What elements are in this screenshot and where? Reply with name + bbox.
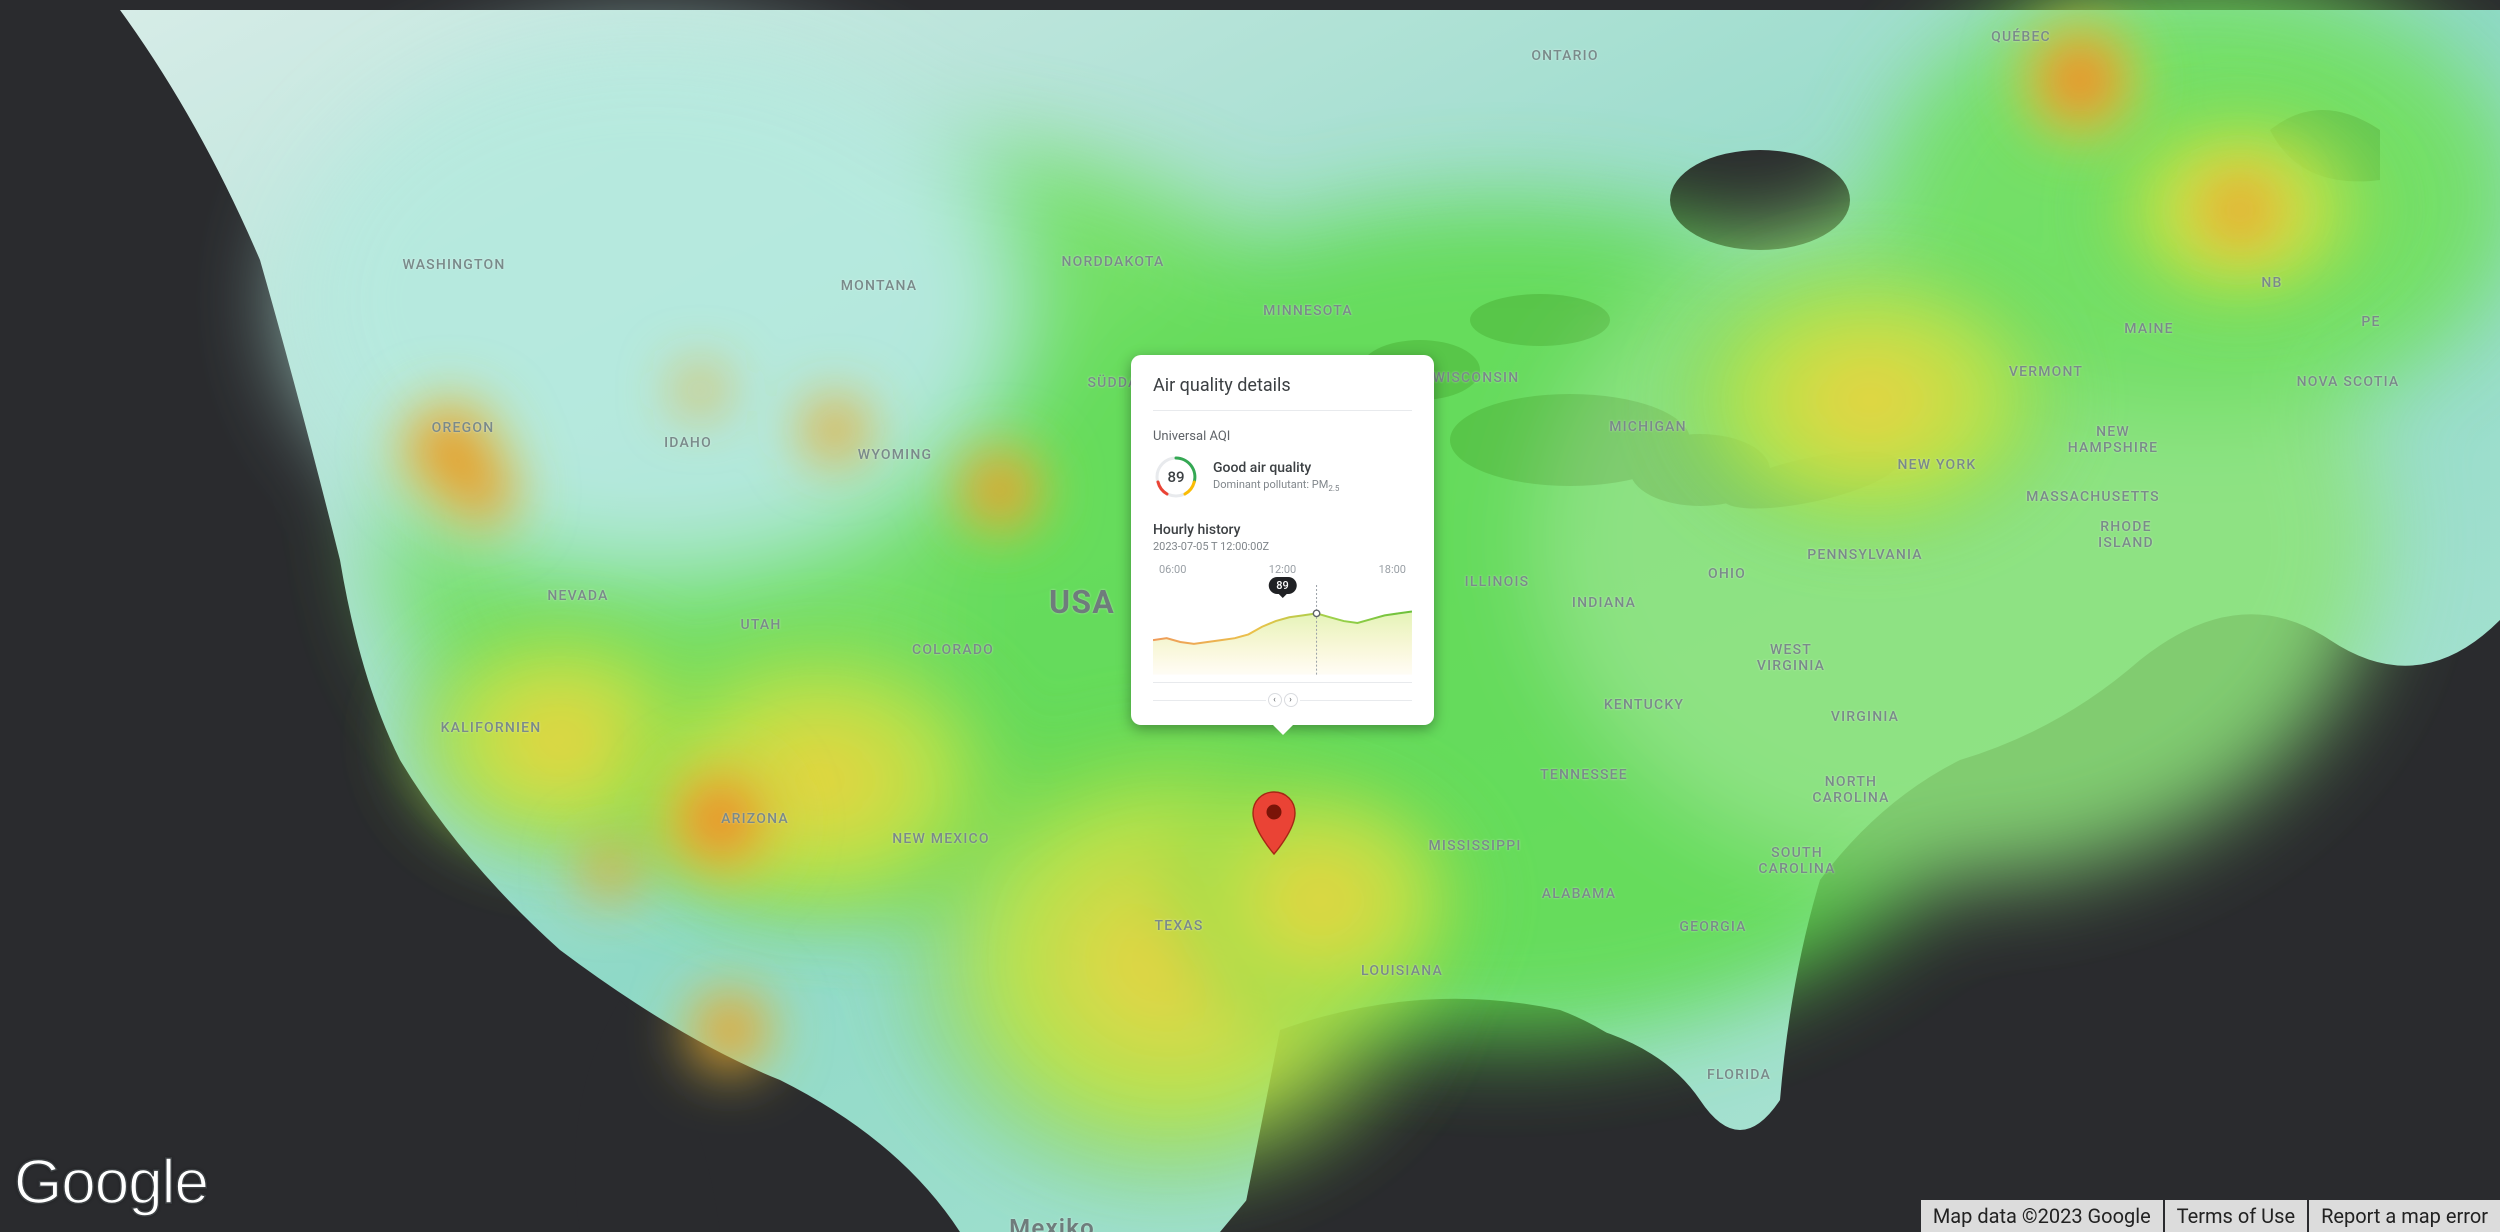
pin-icon: [1250, 790, 1298, 858]
map-attribution: Map data ©2023 Google Terms of Use Repor…: [1921, 1200, 2500, 1232]
terms-link[interactable]: Terms of Use: [2165, 1200, 2307, 1232]
history-slider[interactable]: ‹ ›: [1153, 693, 1412, 707]
aqi-value: 89: [1153, 454, 1199, 500]
aqi-pollutant-text: Dominant pollutant: PM2.5: [1213, 478, 1339, 493]
slider-prev-button[interactable]: ‹: [1268, 693, 1282, 707]
card-title: Air quality details: [1153, 375, 1412, 411]
map-viewport[interactable]: USA WASHINGTONMONTANANORDDAKOTAMINNESOTA…: [0, 0, 2500, 1232]
slider-track-right: [1300, 700, 1413, 701]
tick-1800: 18:00: [1379, 563, 1406, 576]
google-logo: Google: [14, 1147, 208, 1218]
universal-aqi-label: Universal AQI: [1153, 429, 1412, 444]
tick-1200: 12:00: [1269, 563, 1296, 576]
aqi-info-card: Air quality details Universal AQI 89 Goo…: [1131, 355, 1434, 725]
copyright-text: Map data ©2023 Google: [1921, 1200, 2163, 1232]
report-error-link[interactable]: Report a map error: [2309, 1200, 2500, 1232]
map-marker[interactable]: [1250, 790, 1298, 858]
aqi-quality-text: Good air quality: [1213, 460, 1339, 476]
history-timestamp: 2023-07-05 T 12:00:00Z: [1153, 540, 1412, 553]
history-chart: 06:00 12:00 18:00 89: [1153, 563, 1412, 683]
aqi-gauge: 89: [1153, 454, 1199, 500]
tick-0600: 06:00: [1159, 563, 1186, 576]
slider-track-left: [1153, 700, 1266, 701]
history-title: Hourly history: [1153, 522, 1412, 538]
chart-line-icon: [1153, 585, 1412, 675]
slider-next-button[interactable]: ›: [1284, 693, 1298, 707]
